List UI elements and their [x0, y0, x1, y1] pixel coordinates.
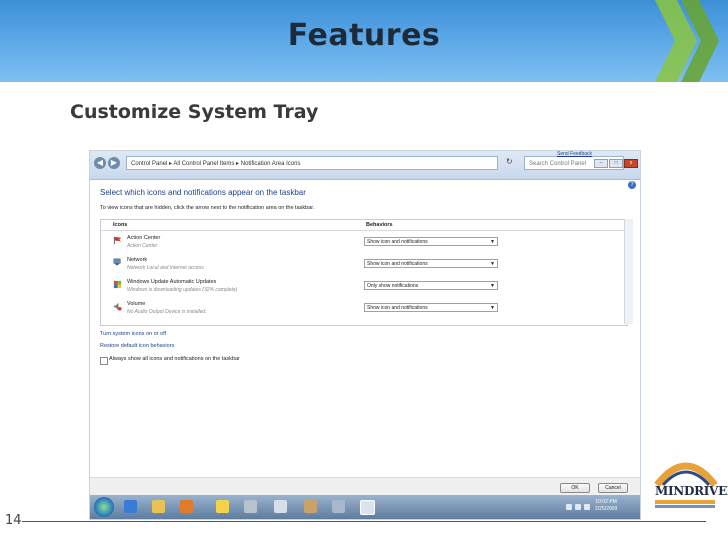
close-button[interactable]: x [624, 159, 638, 168]
row-name: Volume [127, 301, 146, 307]
logo-tagline-bar-2 [655, 505, 715, 508]
column-header-icons: Icons [113, 222, 128, 228]
header-divider [101, 230, 627, 231]
clock-time: 10:02 PM [595, 499, 617, 505]
flag-icon [113, 236, 122, 245]
row-name: Network [127, 257, 148, 263]
table-row: Volume No Audio Output Device is install… [101, 299, 627, 321]
flag-icon[interactable] [566, 504, 572, 510]
network-icon [113, 258, 121, 266]
turn-system-icons-link[interactable]: Turn system icons on or off [100, 331, 166, 337]
behavior-value: Show icon and notifications [367, 261, 428, 267]
taskbar: 10:02 PM 2/25/2009 [90, 495, 640, 519]
document-icon[interactable] [274, 500, 287, 513]
back-icon[interactable]: ◀ [94, 157, 106, 169]
behavior-select[interactable]: Show icon and notifications ▼ [364, 303, 498, 312]
slide-subtitle: Customize System Tray [70, 101, 319, 123]
send-feedback-link[interactable]: Send Feedback [557, 151, 592, 157]
notification-area-window: ◀ ▶ Control Panel ▸ All Control Panel It… [89, 150, 641, 520]
windows-update-icon [113, 280, 122, 289]
refresh-icon[interactable]: ↻ [506, 157, 513, 166]
volume-icon [113, 302, 122, 311]
sticky-note-icon[interactable] [216, 500, 229, 513]
column-header-behaviors: Behaviors [366, 222, 393, 228]
mindriver-logo-text: MINDRIVER [655, 484, 728, 498]
chevron-down-icon: ▼ [490, 283, 495, 289]
always-show-checkbox[interactable] [100, 357, 108, 365]
media-player-icon[interactable] [180, 500, 193, 513]
cancel-button[interactable]: Cancel [598, 483, 628, 493]
start-button[interactable] [94, 497, 114, 517]
table-row: Windows Update Automatic Updates Windows… [101, 277, 627, 299]
table-row: Network Network Local and Internet acces… [101, 255, 627, 277]
address-bar: ◀ ▶ Control Panel ▸ All Control Panel It… [90, 151, 640, 180]
row-desc: Action Center [127, 243, 158, 249]
behavior-value: Show icon and notifications [367, 305, 428, 311]
chevron-down-icon: ▼ [490, 239, 495, 245]
slide-title: Features [287, 18, 441, 53]
control-panel-icon[interactable] [360, 500, 375, 515]
row-desc: No Audio Output Device is installed. [127, 309, 207, 315]
dialog-button-bar: OK Cancel [90, 477, 640, 496]
behavior-select[interactable]: Show icon and notifications ▼ [364, 259, 498, 268]
banner-divider [0, 82, 728, 86]
breadcrumb[interactable]: Control Panel ▸ All Control Panel Items … [126, 156, 498, 170]
row-desc: Windows is downloading updates (32% comp… [127, 287, 238, 293]
ok-button[interactable]: OK [560, 483, 590, 493]
help-icon[interactable]: ? [628, 181, 636, 189]
behavior-value: Only show notifications [367, 283, 419, 289]
always-show-label: Always show all icons and notifications … [109, 356, 240, 362]
ie-icon[interactable] [124, 500, 137, 513]
notepad-icon[interactable] [244, 500, 257, 513]
row-name: Action Center [127, 235, 161, 241]
behavior-value: Show icon and notifications [367, 239, 428, 245]
row-name: Windows Update Automatic Updates [127, 279, 217, 285]
behavior-select[interactable]: Show icon and notifications ▼ [364, 237, 498, 246]
settings-icon[interactable] [332, 500, 345, 513]
volume-icon[interactable] [584, 504, 590, 510]
tools-icon[interactable] [304, 500, 317, 513]
table-row: Action Center Action Center Show icon an… [101, 233, 627, 255]
maximize-button[interactable]: □ [609, 159, 623, 168]
folder-icon[interactable] [152, 500, 165, 513]
page-number: 14 [5, 513, 22, 528]
table-scrollbar[interactable] [624, 219, 633, 324]
intro-text: To view icons that are hidden, click the… [100, 205, 315, 211]
logo-tagline-bar [655, 500, 715, 504]
minimize-button[interactable]: – [594, 159, 608, 168]
page-heading: Select which icons and notifications app… [100, 188, 306, 197]
icons-table: Icons Behaviors Action Center Action Cen… [100, 219, 628, 326]
mindriver-logo-arc [654, 462, 718, 487]
network-icon[interactable] [575, 504, 581, 510]
clock[interactable]: 10:02 PM 2/25/2009 [595, 499, 617, 513]
chevron-down-icon: ▼ [490, 261, 495, 267]
footer-divider [22, 521, 706, 522]
row-desc: Network Local and Internet access [127, 265, 204, 271]
forward-icon[interactable]: ▶ [108, 157, 120, 169]
clock-date: 2/25/2009 [595, 506, 618, 512]
restore-defaults-link[interactable]: Restore default icon behaviors [100, 343, 174, 349]
behavior-select[interactable]: Only show notifications ▼ [364, 281, 498, 290]
chevron-down-icon: ▼ [490, 305, 495, 311]
window-controls: – □ x [593, 151, 638, 169]
